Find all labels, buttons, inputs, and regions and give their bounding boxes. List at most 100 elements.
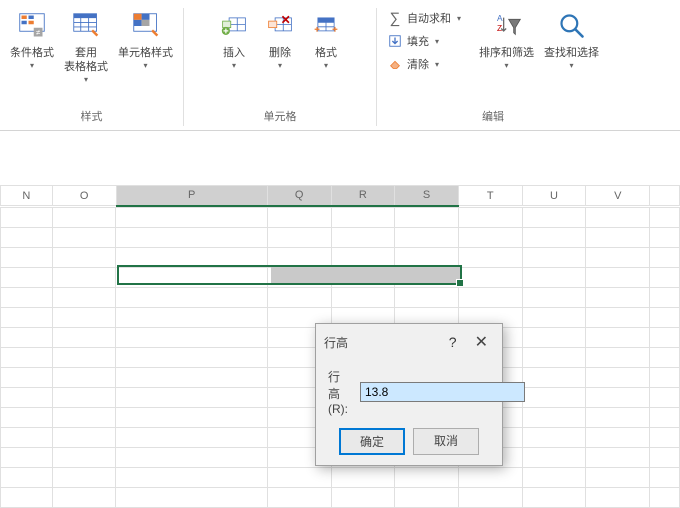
cell[interactable] (1, 247, 53, 267)
cell[interactable] (586, 387, 650, 407)
col-header-selected[interactable]: R (331, 186, 395, 206)
cell[interactable] (650, 227, 680, 247)
help-button[interactable]: ? (443, 332, 463, 352)
ok-button[interactable]: 确定 (339, 428, 405, 455)
cell[interactable] (458, 267, 522, 287)
cell[interactable] (116, 487, 267, 507)
cell[interactable] (52, 367, 116, 387)
cell[interactable] (522, 307, 586, 327)
cell[interactable] (522, 447, 586, 467)
cell[interactable] (52, 347, 116, 367)
cell[interactable] (331, 287, 395, 307)
cell[interactable] (522, 367, 586, 387)
cell[interactable] (522, 227, 586, 247)
cell[interactable] (267, 267, 331, 287)
cell[interactable] (586, 227, 650, 247)
cell[interactable] (1, 307, 53, 327)
cell[interactable] (116, 307, 267, 327)
cell[interactable] (522, 327, 586, 347)
cell[interactable] (1, 287, 53, 307)
fill-button[interactable]: 填充 ▾ (383, 31, 465, 51)
cell[interactable] (522, 347, 586, 367)
cell[interactable] (395, 487, 459, 507)
cell[interactable] (52, 327, 116, 347)
cell[interactable] (586, 307, 650, 327)
cell[interactable] (1, 347, 53, 367)
cell[interactable] (395, 267, 459, 287)
format-button[interactable]: 格式 ▾ (304, 8, 348, 72)
cell[interactable] (52, 467, 116, 487)
sheet-row[interactable] (1, 287, 680, 307)
cell[interactable] (458, 287, 522, 307)
cell[interactable] (52, 287, 116, 307)
cell[interactable] (522, 387, 586, 407)
cell[interactable] (458, 247, 522, 267)
col-header[interactable] (650, 186, 680, 206)
cell[interactable] (52, 487, 116, 507)
cell[interactable] (1, 207, 53, 227)
cell[interactable] (586, 247, 650, 267)
conditional-format-button[interactable]: ≠ 条件格式 ▾ (6, 8, 58, 72)
cell[interactable] (52, 267, 116, 287)
cell[interactable] (650, 207, 680, 227)
col-header[interactable]: U (522, 186, 586, 206)
cell[interactable] (650, 247, 680, 267)
row-height-input[interactable] (360, 382, 525, 402)
cell[interactable] (650, 307, 680, 327)
cell[interactable] (116, 247, 267, 267)
cell[interactable] (586, 267, 650, 287)
cell[interactable] (522, 487, 586, 507)
col-header[interactable]: T (458, 186, 522, 206)
insert-button[interactable]: 插入 ▾ (212, 8, 256, 72)
cell[interactable] (267, 487, 331, 507)
cell[interactable] (650, 387, 680, 407)
cell[interactable] (267, 247, 331, 267)
cell[interactable] (395, 247, 459, 267)
table-format-button[interactable]: 套用 表格格式 ▾ (60, 8, 112, 86)
cell[interactable] (650, 427, 680, 447)
col-header[interactable]: O (52, 186, 116, 206)
cell[interactable] (331, 227, 395, 247)
cell[interactable] (1, 487, 53, 507)
cell[interactable] (331, 467, 395, 487)
cell[interactable] (116, 227, 267, 247)
cell[interactable] (1, 227, 53, 247)
cell[interactable] (650, 287, 680, 307)
cell[interactable] (52, 387, 116, 407)
close-button[interactable]: ✕ (469, 330, 494, 354)
cell[interactable] (586, 447, 650, 467)
cell[interactable] (1, 467, 53, 487)
cell[interactable] (52, 247, 116, 267)
sort-filter-button[interactable]: AZ 排序和筛选 ▾ (475, 8, 538, 72)
cell[interactable] (116, 367, 267, 387)
cell[interactable] (267, 287, 331, 307)
cell[interactable] (116, 427, 267, 447)
cell[interactable] (650, 367, 680, 387)
dialog-titlebar[interactable]: 行高 ? ✕ (316, 324, 502, 360)
cell[interactable] (522, 247, 586, 267)
cell[interactable] (650, 487, 680, 507)
cell[interactable] (395, 287, 459, 307)
cell[interactable] (267, 227, 331, 247)
cell[interactable] (650, 407, 680, 427)
cell[interactable] (650, 327, 680, 347)
cell[interactable] (267, 207, 331, 227)
cell[interactable] (586, 427, 650, 447)
col-header[interactable]: N (1, 186, 53, 206)
cell[interactable] (586, 407, 650, 427)
cell[interactable] (52, 307, 116, 327)
cancel-button[interactable]: 取消 (413, 428, 479, 455)
cell[interactable] (52, 207, 116, 227)
cell[interactable] (522, 467, 586, 487)
sheet-row[interactable] (1, 467, 680, 487)
cell[interactable] (586, 207, 650, 227)
delete-button[interactable]: 删除 ▾ (258, 8, 302, 72)
cell[interactable] (458, 227, 522, 247)
sheet-row[interactable] (1, 207, 680, 227)
cell[interactable] (1, 267, 53, 287)
cell[interactable] (267, 467, 331, 487)
cell[interactable] (1, 387, 53, 407)
cell[interactable] (522, 287, 586, 307)
cell[interactable] (1, 407, 53, 427)
cell[interactable] (1, 327, 53, 347)
